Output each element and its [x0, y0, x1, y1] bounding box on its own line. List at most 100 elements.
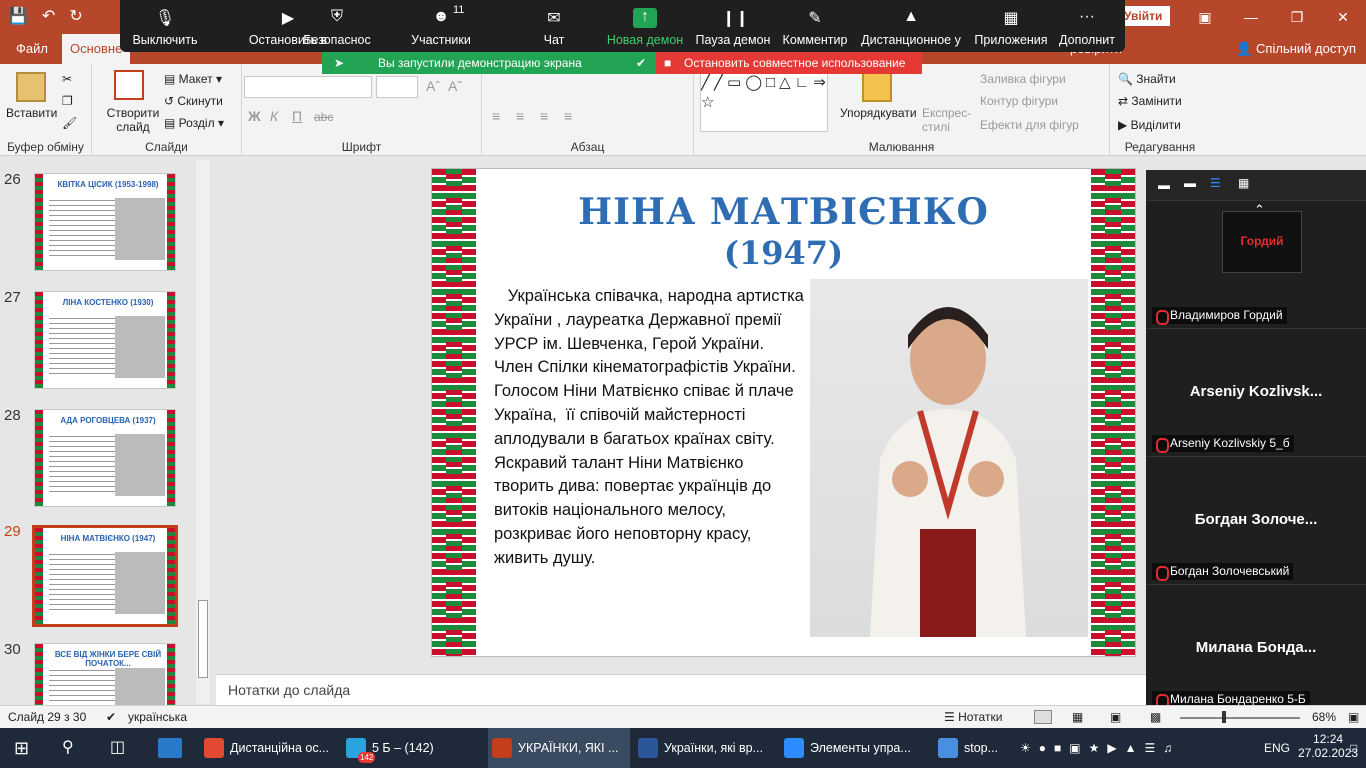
format-painter-icon[interactable]: 🖌 — [62, 116, 77, 130]
reset-button[interactable]: ↺ Скинути — [164, 94, 223, 108]
group-label: Буфер обміну — [7, 140, 84, 154]
replace-button[interactable]: ⇄ Замінити — [1118, 94, 1182, 108]
align-left-icon[interactable]: ≡ — [492, 108, 500, 124]
normal-view-icon[interactable] — [1034, 710, 1052, 724]
shapes-gallery[interactable]: ╱╱▭◯□△∟⇒⇓⇐↷↶{}☆ — [700, 72, 828, 132]
zoom-pen-button[interactable]: ✎ Комментир — [765, 0, 865, 52]
windows-start-icon[interactable]: ⊞ — [14, 728, 29, 768]
paste-button[interactable]: Вставити — [6, 106, 57, 120]
taskbar-app-button[interactable]: Дистанційна ос... — [200, 728, 336, 768]
zoom-chat-button[interactable]: ✉ Чат — [504, 0, 604, 52]
undo-icon[interactable]: ↶ — [42, 6, 55, 26]
gallery-view-icon[interactable]: ▦ — [1238, 176, 1249, 190]
align-center-icon[interactable]: ≡ — [516, 108, 524, 124]
search-icon[interactable]: ⚲ — [62, 728, 74, 768]
section-button[interactable]: ▤ Розділ ▾ — [164, 116, 224, 130]
slideshow-icon[interactable]: ▩ — [1150, 710, 1161, 724]
justify-icon[interactable]: ≡ — [564, 108, 572, 124]
task-view-icon[interactable]: ◫ — [110, 728, 125, 768]
slide-sorter-icon[interactable]: ▦ — [1072, 710, 1083, 724]
paste-icon[interactable] — [16, 72, 46, 102]
zoom-participants-button[interactable]: ☻ Участники 11 — [391, 0, 491, 52]
new-slide-icon[interactable] — [114, 70, 144, 100]
tab-file[interactable]: Файл — [8, 34, 56, 64]
shape-fill-button[interactable]: Заливка фігури — [980, 72, 1066, 86]
taskbar-app-button[interactable]: 5 Б – (142) 142 — [342, 728, 484, 768]
participant-tile[interactable]: Arseniy Kozlivsk... Arseniy Kozlivskiy 5_… — [1146, 328, 1366, 456]
language-indicator[interactable]: українська — [128, 710, 187, 724]
taskbar-app-label: Элементы упра... — [810, 741, 911, 755]
slide-thumbnail[interactable]: ЛІНА КОСТЕНКО (1930) — [34, 291, 176, 389]
underline-button[interactable]: П — [292, 108, 302, 124]
restore-icon[interactable]: ❐ — [1274, 0, 1320, 34]
single-view-icon[interactable]: ▬ — [1184, 176, 1196, 190]
italic-button[interactable]: К — [270, 108, 278, 124]
strikethrough-button[interactable]: abc — [314, 110, 333, 124]
zoom-remote-control-button[interactable]: ▲ Дистанционное у — [861, 0, 961, 52]
share-button[interactable]: 👤 Спільний доступ — [1236, 34, 1356, 64]
zoom-shield-button[interactable]: ⛨ Безопаснос — [287, 0, 387, 52]
select-button[interactable]: ▶ Виділити — [1118, 118, 1181, 132]
shape-outline-button[interactable]: Контур фігури — [980, 94, 1058, 108]
shape-effects-button[interactable]: Ефекти для фігур — [980, 118, 1079, 132]
input-language[interactable]: ENG — [1264, 728, 1290, 768]
strip-view-icon[interactable]: ☰ — [1210, 176, 1221, 190]
participant-tile[interactable]: Богдан Золоче... Богдан Золочевський — [1146, 456, 1366, 584]
zoom-level[interactable]: 68% — [1312, 710, 1336, 724]
cut-icon[interactable]: ✂ — [62, 72, 72, 86]
font-name-dropdown[interactable] — [244, 76, 372, 98]
participant-name-label: Владимиров Гордий — [1152, 307, 1287, 325]
group-drawing: ╱╱▭◯□△∟⇒⇓⇐↷↶{}☆ Упорядкувати Експрес-сти… — [694, 64, 1110, 156]
slide-thumbnail[interactable]: КВІТКА ЦІСИК (1953-1998) — [34, 173, 176, 271]
reading-view-icon[interactable]: ▣ — [1110, 710, 1121, 724]
zoom-more-button[interactable]: ··· Дополнит — [1037, 0, 1137, 52]
notes-pane[interactable]: Нотатки до слайда — [216, 674, 1146, 705]
arrange-button[interactable]: Упорядкувати — [840, 106, 917, 120]
save-icon[interactable]: 💾 — [8, 6, 28, 26]
stop-share-button[interactable]: ■ Остановить совместное использование — [656, 52, 922, 74]
grow-font-icon[interactable]: Aˆ — [426, 78, 440, 94]
zoom-microphone-button[interactable]: 🎙 Выключить — [115, 0, 215, 52]
calculator-icon[interactable] — [158, 738, 182, 758]
taskbar-app-button[interactable]: Элементы упра... — [780, 728, 922, 768]
zoom-slider[interactable] — [1180, 717, 1300, 719]
spellcheck-icon[interactable]: ✔ — [106, 710, 116, 724]
current-slide[interactable]: НІНА МАТВІЄНКО (1947) Українська співачк… — [431, 168, 1136, 657]
zoom-slider-thumb[interactable] — [1222, 711, 1226, 723]
shrink-font-icon[interactable]: Aˇ — [448, 78, 462, 94]
taskbar-app-button[interactable]: stop... — [934, 728, 1018, 768]
thumbnails-scroll-thumb[interactable] — [198, 600, 208, 678]
slide-body-text[interactable]: Українська співачка, народна артистка Ук… — [494, 285, 804, 571]
layout-button[interactable]: ▤ Макет ▾ — [164, 72, 222, 86]
group-label: Абзац — [570, 140, 605, 154]
participant-tile[interactable]: Гордий Владимиров Гордий — [1146, 200, 1366, 328]
font-size-dropdown[interactable] — [376, 76, 418, 98]
slide-years[interactable]: (1947) — [492, 235, 1075, 271]
slide-thumbnail[interactable]: НІНА МАТВІЄНКО (1947) — [32, 525, 178, 627]
slide-thumbnail[interactable]: АДА РОГОВЦЕВА (1937) — [34, 409, 176, 507]
arrange-icon[interactable] — [862, 72, 892, 102]
taskbar-app-button[interactable]: Українки, які вр... — [634, 728, 776, 768]
system-tray-icons[interactable]: ☀●■▣★▶▲☰♫ — [1020, 728, 1180, 768]
redo-icon[interactable]: ↻ — [69, 6, 82, 26]
zoom-share-screen-button[interactable]: ↑ Новая демон — [595, 0, 695, 52]
bold-button[interactable]: Ж — [248, 108, 261, 124]
minimize-video-icon[interactable]: ▬ — [1158, 178, 1170, 192]
minimize-icon[interactable]: — — [1228, 0, 1274, 34]
participant-tile[interactable]: Милана Бонда... Милана Бондаренко 5-Б — [1146, 584, 1366, 712]
align-right-icon[interactable]: ≡ — [540, 108, 548, 124]
new-slide-button[interactable]: Створити слайд — [104, 106, 162, 134]
find-button[interactable]: 🔍 Знайти — [1118, 72, 1176, 86]
share-label: Спільний доступ — [1256, 41, 1356, 56]
fit-slide-icon[interactable]: ▣ — [1348, 710, 1359, 724]
taskbar-app-button[interactable]: УКРАЇНКИ, ЯКІ ... — [488, 728, 630, 768]
slide-title[interactable]: НІНА МАТВІЄНКО — [492, 193, 1075, 231]
participant-name-label: Богдан Золочевський — [1152, 563, 1294, 581]
notifications-icon[interactable]: □ — [1350, 728, 1357, 768]
portrait-photo[interactable] — [810, 279, 1088, 637]
close-icon[interactable]: ✕ — [1320, 0, 1366, 34]
notes-toggle[interactable]: ☰ Нотатки — [944, 710, 1002, 724]
quick-styles-button[interactable]: Експрес-стилі — [922, 106, 974, 134]
ribbon-display-icon[interactable]: ▣ — [1182, 0, 1228, 34]
copy-icon[interactable]: ❐ — [62, 94, 73, 108]
